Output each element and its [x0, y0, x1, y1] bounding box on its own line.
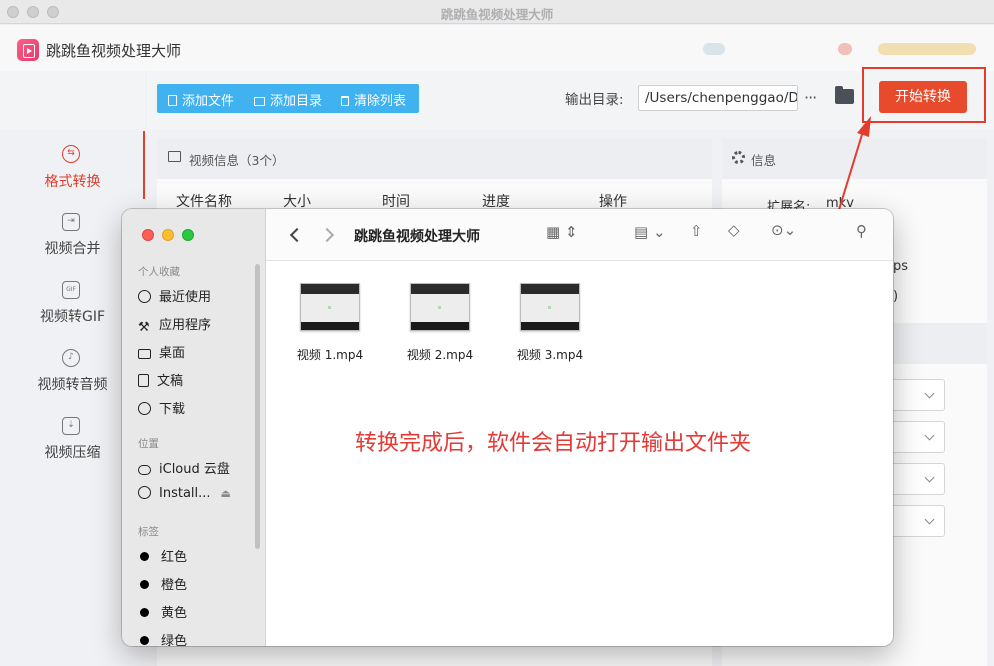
sidebar-item-tag-green[interactable]: 绿色 [138, 630, 187, 646]
desktop-icon [138, 349, 151, 359]
info-value-partial: ) [893, 289, 899, 304]
finder-close-button[interactable] [142, 229, 154, 241]
column-header-progress: 进度 [482, 194, 510, 210]
output-dir-input[interactable]: /Users/chenpenggao/D [638, 85, 798, 111]
file-name[interactable]: 视频 3.mp4 [505, 346, 595, 363]
clear-list-button[interactable]: 清除列表 [341, 90, 406, 109]
format-convert-icon: ⇆ [62, 145, 80, 163]
add-directory-button[interactable]: 添加目录 [254, 90, 322, 109]
image-icon [168, 151, 181, 162]
document-icon [138, 374, 149, 387]
sidebar-item-install[interactable]: Install... ⏏ [138, 486, 231, 501]
start-convert-button[interactable]: 开始转换 [879, 81, 967, 113]
fps-value-partial: ps [893, 259, 909, 274]
file-button-group: 添加文件 添加目录 清除列表 [157, 84, 419, 113]
tag-dot-icon [140, 580, 149, 589]
sidebar-item-downloads[interactable]: 下载 [138, 398, 185, 417]
more-options-button[interactable]: ··· [804, 88, 817, 107]
sidebar-item-tag-red[interactable]: 红色 [138, 546, 187, 565]
sidebar-item-label: 格式转换 [44, 174, 101, 190]
cloud-icon [138, 465, 151, 475]
blurred-user-badge [878, 43, 976, 55]
video-info-title: 视频信息（3个） [189, 153, 285, 168]
sidebar-item-applications[interactable]: ⚒ 应用程序 [138, 314, 211, 334]
info-panel-title: 信息 [751, 153, 777, 168]
tag-icon[interactable]: ◇ [728, 221, 740, 239]
search-icon[interactable]: ⚲ [856, 222, 867, 240]
active-indicator [143, 131, 145, 199]
file-thumbnail[interactable] [410, 283, 470, 331]
app-title: 跳跳鱼视频处理大师 [46, 42, 182, 60]
finder-sidebar: 个人收藏 最近使用 ⚒ 应用程序 桌面 文稿 下载 位置 iCloud 云盘 In… [122, 209, 266, 646]
blurred-header-icon [703, 43, 725, 55]
open-folder-icon[interactable] [835, 86, 854, 104]
window-title: 跳跳鱼视频处理大师 [440, 7, 554, 22]
audio-icon: ♪ [62, 349, 80, 367]
more-actions-icon[interactable]: ⊙⌄ [771, 221, 796, 239]
column-header-name: 文件名称 [176, 194, 232, 210]
share-icon[interactable]: ⇧ [690, 222, 703, 240]
column-header-time: 时间 [382, 194, 410, 210]
tag-dot-icon [140, 636, 149, 645]
output-dir-label: 输出目录: [565, 92, 624, 108]
finder-window: 个人收藏 最近使用 ⚒ 应用程序 桌面 文稿 下载 位置 iCloud 云盘 In… [122, 209, 893, 646]
compress-icon: ⇣ [62, 417, 80, 435]
finder-toolbar: 跳跳鱼视频处理大师 ▦ ⇕ ▤ ⌄ ⇧ ◇ ⊙⌄ ⚲ [266, 209, 893, 261]
clock-icon [138, 290, 151, 303]
blurred-header-icon [838, 43, 852, 55]
locations-section-label: 位置 [138, 438, 159, 450]
sidebar-item-format-convert[interactable]: ⇆ 格式转换 [0, 141, 145, 201]
sidebar-item-desktop[interactable]: 桌面 [138, 342, 185, 361]
eject-icon[interactable]: ⏏ [221, 487, 231, 500]
group-icon[interactable]: ▤ ⌄ [634, 223, 666, 241]
file-thumbnail[interactable] [520, 283, 580, 331]
gif-icon: GIF [62, 281, 80, 299]
video-merge-icon: ⇥ [62, 213, 80, 231]
favorites-section-label: 个人收藏 [138, 266, 180, 278]
title-bar: 跳跳鱼视频处理大师 [0, 0, 994, 24]
file-name[interactable]: 视频 1.mp4 [285, 346, 375, 363]
tag-dot-icon [140, 608, 149, 617]
file-icon [168, 95, 177, 106]
disk-icon [138, 486, 151, 499]
add-file-button[interactable]: 添加文件 [168, 90, 234, 109]
sidebar-item-documents[interactable]: 文稿 [138, 370, 183, 389]
gear-icon [732, 151, 745, 164]
sidebar-item-recents[interactable]: 最近使用 [138, 286, 211, 305]
finder-zoom-button[interactable] [182, 229, 194, 241]
tag-dot-icon [140, 552, 149, 561]
back-button-icon[interactable] [289, 227, 305, 243]
apps-icon: ⚒ [138, 320, 150, 335]
trash-icon [341, 96, 349, 106]
file-thumbnail[interactable] [300, 283, 360, 331]
forward-button-icon[interactable] [319, 227, 335, 243]
app-header: 跳跳鱼视频处理大师 [0, 25, 994, 71]
finder-title: 跳跳鱼视频处理大师 [354, 229, 480, 245]
annotation-note: 转换完成后，软件会自动打开输出文件夹 [355, 431, 752, 456]
file-name[interactable]: 视频 2.mp4 [395, 346, 485, 363]
grid-view-icon[interactable]: ▦ ⇕ [546, 223, 578, 241]
sidebar-item-icloud[interactable]: iCloud 云盘 [138, 458, 230, 477]
finder-minimize-button[interactable] [162, 229, 174, 241]
sidebar-item-tag-orange[interactable]: 橙色 [138, 574, 187, 593]
column-header-size: 大小 [283, 194, 311, 210]
tags-section-label: 标签 [138, 526, 159, 538]
app-logo-icon [17, 39, 39, 61]
sidebar-scrollbar[interactable] [255, 264, 260, 549]
column-header-action: 操作 [599, 194, 627, 210]
folder-icon [254, 97, 265, 106]
sidebar-item-tag-yellow[interactable]: 黄色 [138, 602, 187, 621]
download-icon [138, 402, 151, 415]
